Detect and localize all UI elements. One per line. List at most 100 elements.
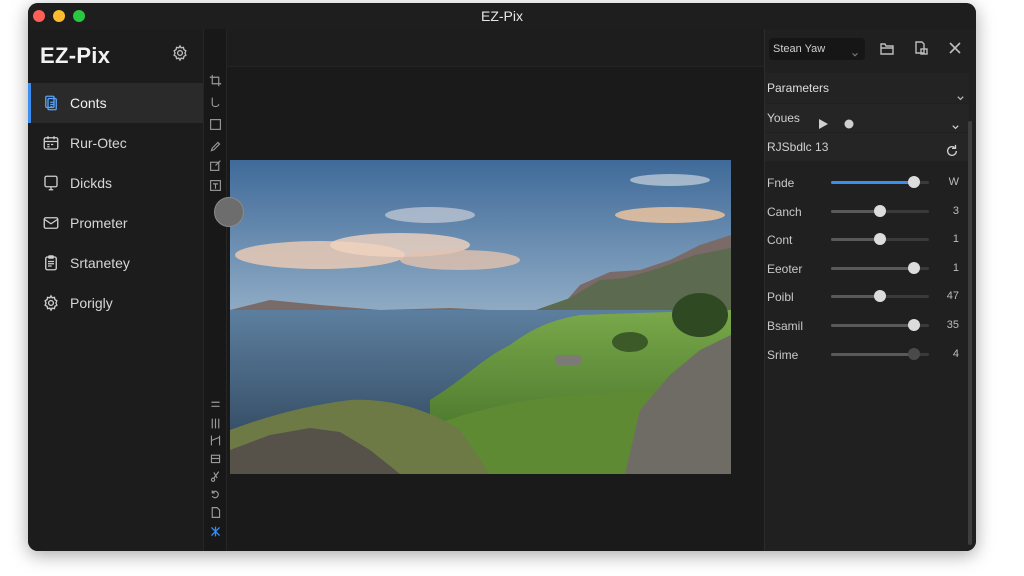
param-slider[interactable]	[831, 318, 929, 331]
list-tool-icon[interactable]	[209, 399, 222, 412]
sidebar-item-conts[interactable]: Conts	[28, 83, 203, 123]
sidebar-item-label: Porigly	[70, 295, 113, 311]
preset-row[interactable]: Youes	[765, 104, 969, 132]
sidebar-item-rur-otec[interactable]: Rur-Otec	[28, 123, 203, 163]
param-value: 4	[952, 347, 959, 360]
landscape-photo[interactable]	[230, 160, 731, 474]
columns-tool-icon[interactable]	[209, 417, 222, 430]
parameters-panel-container: Stean Yaw Parameters Youes RJSbdlc 13 Fn…	[764, 29, 976, 551]
sidebar-item-label: Dickds	[70, 175, 113, 191]
slider-fill	[831, 323, 915, 327]
canvas-toolbar	[227, 29, 764, 67]
rotate-tool-icon[interactable]	[209, 488, 222, 501]
sidebar-item-srtanetey[interactable]: Srtanetey	[28, 243, 203, 283]
gear-icon[interactable]	[171, 44, 189, 62]
param-label: Eeoter	[767, 261, 803, 276]
play-icon[interactable]	[817, 112, 829, 129]
param-value: 35	[946, 318, 959, 331]
slider-thumb[interactable]	[908, 261, 921, 274]
chevron-down-icon	[956, 84, 965, 101]
slider-fill	[831, 209, 880, 213]
view-select-value: Stean Yaw	[773, 43, 826, 55]
slider-thumb[interactable]	[874, 204, 886, 217]
right-toolbar: Stean Yaw	[765, 29, 976, 67]
parameters-panel: Parameters Youes RJSbdlc 13 Fnde W Canch…	[765, 73, 969, 551]
tool-strip	[203, 29, 227, 551]
sidebar-item-prometer[interactable]: Prometer	[28, 203, 203, 243]
export-icon[interactable]	[913, 40, 929, 56]
param-slider[interactable]	[831, 176, 929, 188]
layers-tool-icon[interactable]	[209, 452, 222, 465]
param-slider[interactable]	[831, 233, 929, 246]
param-label: Canch	[767, 204, 802, 219]
param-value: 1	[952, 233, 959, 246]
app-window: EZ-Pix EZ-Pix Conts Rur-Otec Dickds Prom…	[28, 3, 976, 551]
slider-thumb[interactable]	[874, 233, 886, 246]
param-row: Poibl 47	[765, 282, 965, 311]
chevron-down-icon	[851, 45, 859, 57]
sidebar-nav: Conts Rur-Otec Dickds Prometer Srtanetey…	[28, 83, 203, 323]
sidebar-item-porigly[interactable]: Porigly	[28, 283, 203, 323]
app-name: EZ-Pix	[40, 43, 111, 68]
preset-label: Youes	[767, 111, 800, 125]
magic-tool-icon[interactable]	[209, 525, 222, 538]
param-slider[interactable]	[831, 290, 929, 303]
sidebar: EZ-Pix Conts Rur-Otec Dickds Prometer Sr…	[28, 29, 203, 551]
param-label: Srime	[767, 347, 799, 362]
param-label: Cont	[767, 233, 793, 248]
slider-thumb[interactable]	[908, 176, 921, 188]
zoom-handle[interactable]	[214, 197, 244, 227]
slider-fill	[831, 238, 880, 242]
title-bar: EZ-Pix	[28, 3, 976, 29]
slider-thumb[interactable]	[874, 290, 886, 303]
gear-icon	[42, 294, 60, 312]
file-tool-icon[interactable]	[209, 506, 222, 519]
slider-fill	[831, 295, 880, 299]
profile-label: RJSbdlc 13	[767, 140, 829, 154]
pen-tool-icon[interactable]	[209, 140, 222, 153]
refresh-icon[interactable]	[945, 140, 959, 157]
crop-tool-icon[interactable]	[209, 74, 222, 87]
param-label: Fnde	[767, 176, 795, 190]
panel-scrollbar[interactable]	[968, 121, 972, 545]
slider-fill	[831, 352, 915, 356]
clipboard-icon	[42, 254, 60, 272]
view-select[interactable]: Stean Yaw	[769, 38, 865, 60]
param-row: Bsamil 35	[765, 311, 965, 340]
scissors-tool-icon[interactable]	[209, 470, 222, 483]
select-tool-icon[interactable]	[209, 118, 222, 131]
mail-icon	[42, 214, 60, 232]
param-value: W	[948, 176, 959, 188]
sidebar-item-label: Srtanetey	[70, 255, 130, 271]
param-row: Eeoter 1	[765, 254, 965, 283]
param-value: 47	[946, 290, 959, 303]
slider-thumb[interactable]	[908, 318, 921, 331]
profile-row[interactable]: RJSbdlc 13	[765, 133, 969, 161]
param-value: 1	[952, 261, 959, 274]
grid-tool-icon[interactable]	[209, 434, 222, 447]
sidebar-item-label: Rur-Otec	[70, 135, 127, 151]
brush-tool-icon[interactable]	[209, 96, 222, 109]
sidebar-item-label: Conts	[70, 95, 107, 111]
close-icon[interactable]	[947, 40, 963, 56]
param-row: Canch 3	[765, 197, 965, 226]
param-slider[interactable]	[831, 347, 929, 360]
param-row: Fnde W	[765, 168, 965, 197]
edit-tool-icon[interactable]	[209, 159, 222, 172]
parameters-title: Parameters	[767, 81, 830, 95]
param-slider[interactable]	[831, 261, 929, 274]
record-icon[interactable]	[843, 112, 855, 129]
param-value: 3	[952, 204, 959, 217]
document-icon	[42, 94, 60, 112]
parameters-header[interactable]: Parameters	[765, 73, 969, 103]
window-title: EZ-Pix	[481, 8, 523, 24]
sidebar-item-dickds[interactable]: Dickds	[28, 163, 203, 203]
slider-thumb[interactable]	[908, 347, 921, 360]
param-slider[interactable]	[831, 204, 929, 217]
calendar-icon	[42, 134, 60, 152]
text-tool-icon[interactable]	[209, 179, 222, 192]
sidebar-item-label: Prometer	[70, 215, 128, 231]
folder-icon[interactable]	[879, 40, 895, 56]
param-label: Poibl	[767, 290, 794, 305]
parameter-sliders: Fnde W Canch 3 Cont 1 Eeoter 1 Poibl 47 …	[765, 168, 965, 368]
